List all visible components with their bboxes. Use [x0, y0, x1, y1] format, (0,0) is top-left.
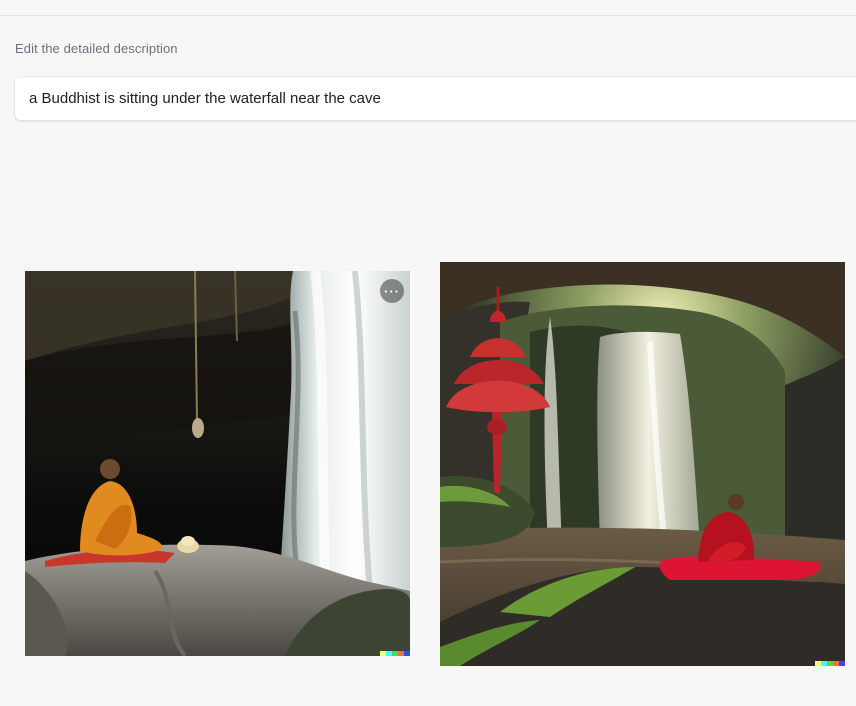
- monk-orange-illustration: [25, 271, 410, 656]
- result-image-2[interactable]: [440, 262, 845, 666]
- monk-red-illustration: [440, 262, 845, 666]
- watermark-bar: [815, 661, 845, 666]
- section-label: Edit the detailed description: [15, 41, 178, 56]
- watermark-swatch: [839, 661, 845, 666]
- prompt-input[interactable]: a Buddhist is sitting under the waterfal…: [15, 77, 856, 120]
- watermark-swatch: [404, 651, 410, 656]
- result-image-1[interactable]: ···: [25, 271, 410, 656]
- top-bar: [0, 0, 856, 16]
- prompt-input-value[interactable]: a Buddhist is sitting under the waterfal…: [29, 90, 381, 107]
- watermark-bar: [380, 651, 410, 656]
- more-options-button[interactable]: ···: [380, 279, 404, 303]
